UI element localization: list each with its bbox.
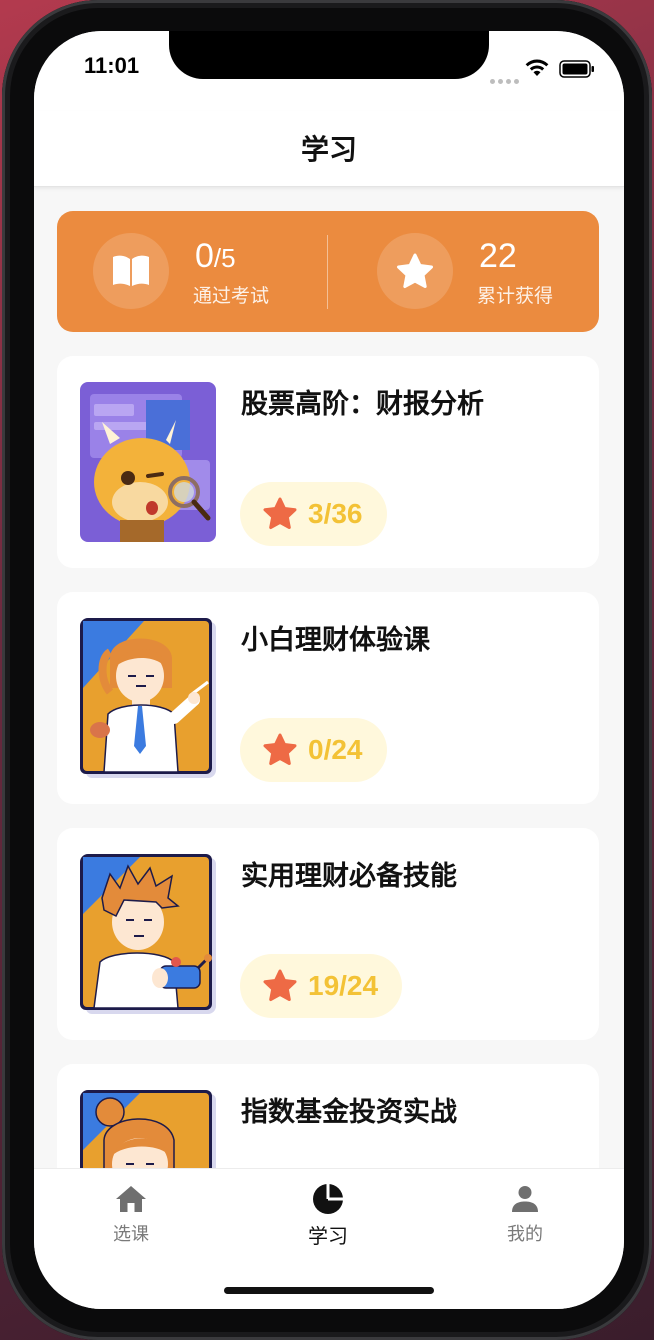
cellular-signal-icon — [490, 69, 522, 88]
stars-label: 累计获得 — [477, 285, 554, 307]
screen: 11:01 学习 0/5 通过考试 22 累计获得 股票高阶：财报分析 3/36… — [34, 31, 624, 1309]
exams-label: 通过考试 — [193, 285, 270, 307]
battery-icon — [559, 60, 595, 82]
stats-divider — [327, 235, 328, 309]
tab-study[interactable]: 学习 — [273, 1181, 383, 1249]
page-title: 学习 — [300, 133, 357, 166]
nav-header: 学习 — [34, 111, 624, 187]
pie-chart-icon — [273, 1181, 383, 1217]
tab-study-label: 学习 — [308, 1224, 348, 1248]
course-card[interactable]: 股票高阶：财报分析 3/36 — [57, 356, 599, 568]
course-progress-badge: 0/24 — [240, 718, 387, 782]
course-title: 股票高阶：财报分析 — [241, 389, 484, 420]
stats-card: 0/5 通过考试 22 累计获得 — [57, 211, 599, 332]
course-cover-student-image — [80, 854, 216, 1014]
wifi-icon — [524, 58, 550, 82]
stars-total-value: 22 — [479, 237, 517, 275]
star-badge-icon — [377, 233, 453, 309]
course-title: 实用理财必备技能 — [241, 861, 457, 892]
status-bar: 11:01 — [34, 31, 624, 111]
course-progress-count: 3/36 — [308, 498, 363, 529]
tab-courses[interactable]: 选课 — [76, 1181, 186, 1246]
person-icon — [470, 1181, 580, 1217]
exams-total: /5 — [213, 243, 236, 273]
star-icon — [263, 969, 297, 1001]
course-cover-bull-image — [80, 382, 216, 542]
course-card[interactable]: 实用理财必备技能 19/24 — [57, 828, 599, 1040]
notch — [169, 31, 489, 79]
scroll-content[interactable]: 0/5 通过考试 22 累计获得 股票高阶：财报分析 3/36 小白理财体验课 … — [34, 188, 624, 1168]
course-progress-badge: 19/24 — [240, 954, 403, 1018]
status-time: 11:01 — [84, 53, 140, 78]
home-indicator[interactable] — [224, 1287, 434, 1294]
star-icon — [263, 733, 297, 765]
course-progress-count: 0/24 — [308, 734, 363, 765]
phone-frame: 11:01 学习 0/5 通过考试 22 累计获得 股票高阶：财报分析 3/36… — [2, 0, 652, 1340]
course-cover-teacher-image — [80, 618, 216, 778]
course-cover-girl-image — [80, 1090, 216, 1168]
course-title: 指数基金投资实战 — [241, 1097, 457, 1128]
course-card[interactable]: 小白理财体验课 0/24 — [57, 592, 599, 804]
exams-passed-value: 0/5 — [195, 237, 236, 275]
book-icon — [93, 233, 169, 309]
home-icon — [76, 1181, 186, 1217]
star-icon — [263, 497, 297, 529]
tab-profile[interactable]: 我的 — [470, 1181, 580, 1246]
course-card[interactable]: 指数基金投资实战 — [57, 1064, 599, 1168]
course-progress-badge: 3/36 — [240, 482, 387, 546]
tab-profile-label: 我的 — [507, 1224, 543, 1245]
tab-courses-label: 选课 — [113, 1224, 149, 1245]
course-title: 小白理财体验课 — [241, 625, 430, 656]
course-progress-count: 19/24 — [308, 970, 379, 1001]
